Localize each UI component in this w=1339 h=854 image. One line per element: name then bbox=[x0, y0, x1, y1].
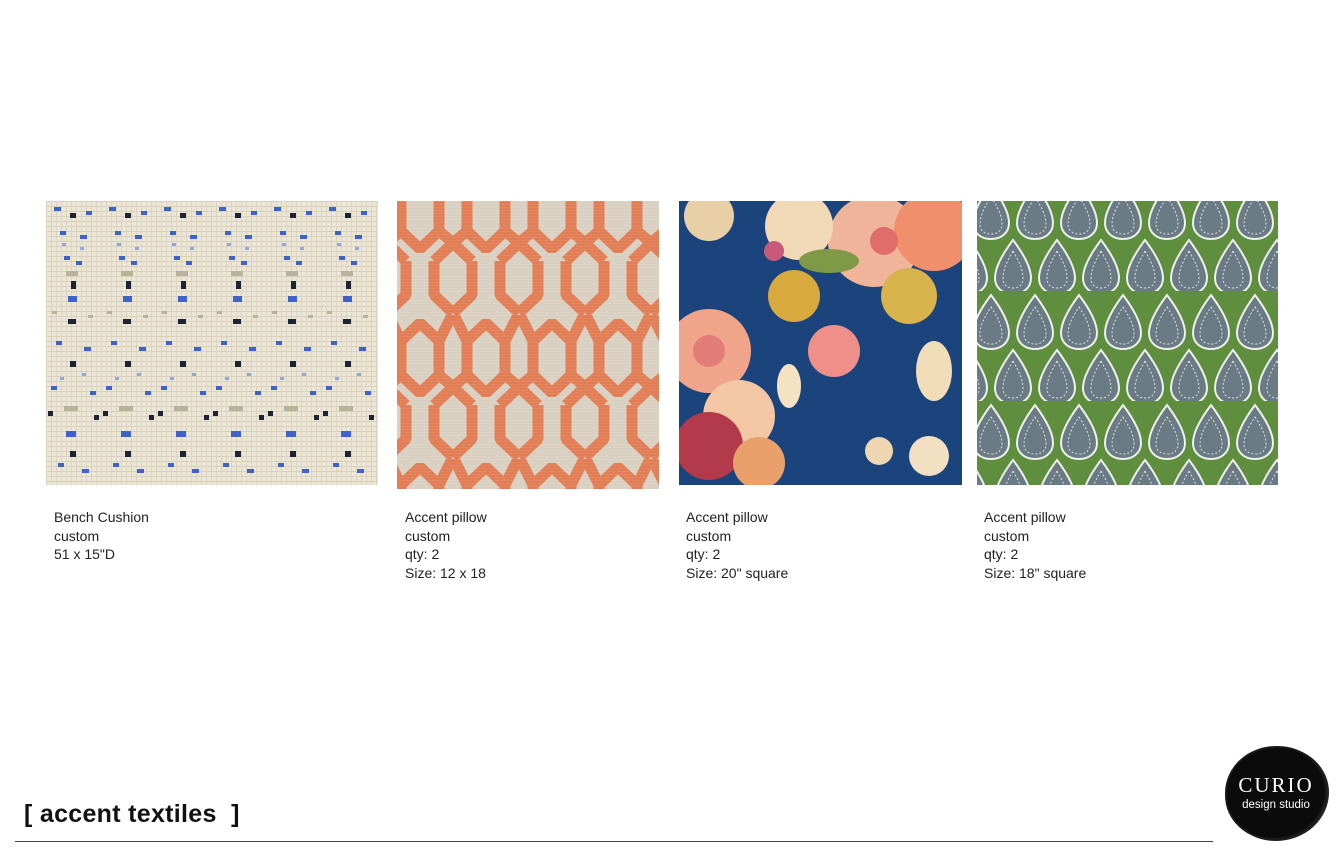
floral-icon bbox=[679, 201, 962, 485]
item-type: custom bbox=[54, 527, 100, 544]
item-name: Accent pillow bbox=[686, 509, 768, 525]
logo-wordmark: CURIO bbox=[1238, 773, 1314, 797]
paisley-icon bbox=[977, 201, 1278, 485]
item-size: Size: 12 x 18 bbox=[405, 564, 486, 581]
item-caption-bench-cushion: Bench Cushion custom 51 x 15"D bbox=[54, 508, 149, 564]
item-qty: qty: 2 bbox=[984, 546, 1019, 562]
fabric-swatch-trellis bbox=[397, 201, 659, 489]
item-size: Size: 20" square bbox=[686, 564, 789, 581]
item-caption-accent-pillow-2: Accent pillow custom qty: 2 Size: 20" sq… bbox=[686, 508, 788, 582]
item-name: Accent pillow bbox=[405, 509, 487, 525]
section-title: [ accent textiles ] bbox=[24, 800, 240, 828]
item-caption-accent-pillow-3: Accent pillow custom qty: 2 Size: 18" sq… bbox=[984, 508, 1086, 582]
logo-tagline: design studio bbox=[1242, 799, 1310, 811]
item-type: custom bbox=[984, 527, 1030, 544]
fabric-swatch-paisley bbox=[977, 201, 1278, 485]
item-type: custom bbox=[686, 527, 732, 544]
item-name: Bench Cushion bbox=[54, 509, 149, 525]
item-qty: qty: 2 bbox=[405, 546, 440, 562]
ikat-icon bbox=[46, 201, 378, 485]
fabric-swatch-floral bbox=[679, 201, 962, 485]
item-qty: qty: 2 bbox=[686, 546, 721, 562]
footer-divider bbox=[15, 841, 1213, 842]
trellis-icon bbox=[397, 201, 659, 489]
item-name: Accent pillow bbox=[984, 509, 1066, 525]
curio-logo: CURIO design studio bbox=[1227, 748, 1325, 838]
item-detail: 51 x 15"D bbox=[54, 546, 116, 562]
fabric-swatch-ikat bbox=[46, 201, 378, 485]
item-size: Size: 18" square bbox=[984, 564, 1087, 581]
item-caption-accent-pillow-1: Accent pillow custom qty: 2 Size: 12 x 1… bbox=[405, 508, 487, 582]
item-type: custom bbox=[405, 527, 451, 544]
